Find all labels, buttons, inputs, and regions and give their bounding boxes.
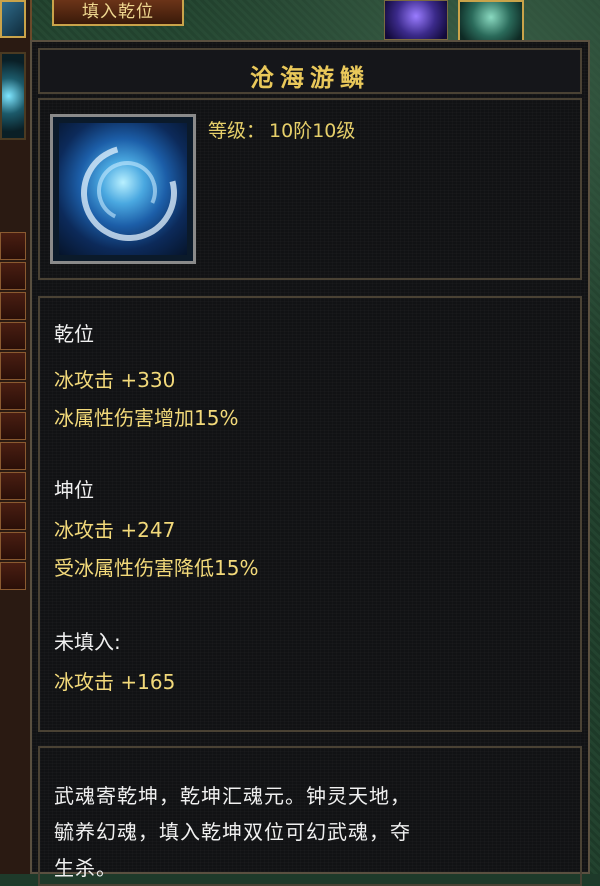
stat-line: 冰攻击 +247 <box>54 518 176 542</box>
left-slot[interactable] <box>0 502 26 530</box>
left-slot[interactable] <box>0 382 26 410</box>
left-slot[interactable] <box>0 472 26 500</box>
ice-dragon-soul-icon <box>59 123 195 259</box>
level-label: 等级： <box>208 120 266 142</box>
item-level: 等级： 10阶10级 <box>208 116 355 143</box>
left-slot[interactable] <box>0 292 26 320</box>
left-slot[interactable] <box>0 562 26 590</box>
description-section: 武魂寄乾坤，乾坤汇魂元。钟灵天地， 毓养幻魂，填入乾坤双位可幻武魂，夺 生杀。 <box>38 746 582 886</box>
item-description: 武魂寄乾坤，乾坤汇魂元。钟灵天地， 毓养幻魂，填入乾坤双位可幻武魂，夺 生杀。 <box>54 778 574 886</box>
item-header: 等级： 10阶10级 <box>38 98 582 280</box>
left-slot[interactable] <box>0 352 26 380</box>
left-slot[interactable] <box>0 532 26 560</box>
left-slot[interactable] <box>0 322 26 350</box>
left-slot[interactable] <box>0 232 26 260</box>
left-soul-icon[interactable] <box>0 52 26 140</box>
left-slot[interactable] <box>0 442 26 470</box>
left-slot-icon[interactable] <box>0 0 26 38</box>
description-line: 武魂寄乾坤，乾坤汇魂元。钟灵天地， <box>54 784 411 808</box>
stat-line: 受冰属性伤害降低15% <box>54 556 259 580</box>
purple-beast-icon[interactable] <box>384 0 448 40</box>
section-heading: 坤位 <box>54 478 94 502</box>
section-heading: 乾位 <box>54 322 94 346</box>
stat-line: 冰属性伤害增加15% <box>54 406 239 430</box>
item-icon-frame <box>50 114 196 264</box>
stats-section: 乾位 冰攻击 +330 冰属性伤害增加15% 坤位 冰攻击 +247 受冰属性伤… <box>38 296 582 732</box>
stat-line: 冰攻击 +165 <box>54 670 176 694</box>
tooltip-title-bar: 沧海游鳞 <box>38 48 582 94</box>
item-title: 沧海游鳞 <box>250 64 370 92</box>
left-side-panel <box>0 0 32 874</box>
item-tooltip: 沧海游鳞 等级： 10阶10级 乾位 冰攻击 +330 冰属性伤害增加15% 坤位… <box>30 40 590 886</box>
stat-line: 冰攻击 +330 <box>54 368 176 392</box>
description-line: 生杀。 <box>54 856 117 880</box>
level-value: 10阶10级 <box>269 120 356 142</box>
left-slot[interactable] <box>0 262 26 290</box>
section-heading: 未填入: <box>54 630 121 654</box>
description-line: 毓养幻魂，填入乾坤双位可幻武魂，夺 <box>54 820 411 844</box>
fill-qian-button[interactable]: 填入乾位 <box>52 0 184 26</box>
green-beast-icon[interactable] <box>458 0 524 42</box>
left-slot[interactable] <box>0 412 26 440</box>
